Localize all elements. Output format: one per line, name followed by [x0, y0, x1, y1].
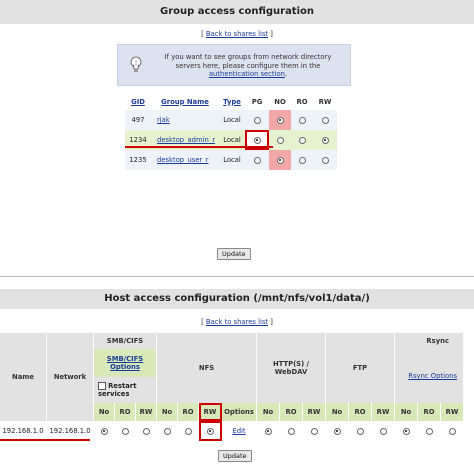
type-cell: Local — [219, 150, 245, 170]
table-row: 1235 desktop_user_r Local — [125, 150, 337, 170]
group-name-cell: rjak — [151, 110, 219, 130]
rsync-ro-radio[interactable] — [425, 427, 433, 435]
lightbulb-icon — [130, 56, 142, 72]
col-network: Network — [46, 333, 94, 421]
col-group-name[interactable]: Group Name — [151, 93, 219, 110]
host-section-title: Host access configuration (/mnt/nfs/vol1… — [0, 289, 474, 309]
radio-rw[interactable] — [321, 156, 329, 164]
radio-pg[interactable] — [253, 156, 261, 164]
http-rw: RW — [302, 403, 326, 421]
smb-no: No — [93, 403, 115, 421]
http-ro: RO — [279, 403, 303, 421]
smb-rw: RW — [135, 403, 157, 421]
group-update-button[interactable]: Update — [217, 248, 251, 260]
nfs-ro-radio[interactable] — [184, 427, 192, 435]
rsync-no: No — [394, 403, 418, 421]
group-name-link[interactable]: desktop_user_r — [157, 156, 209, 164]
ftp-no-radio[interactable] — [333, 427, 341, 435]
col-gid[interactable]: GID — [125, 93, 151, 110]
smb-ro: RO — [114, 403, 136, 421]
host-network-cell: 192.168.1.0 — [46, 421, 94, 441]
group-name-cell: desktop_user_r — [151, 150, 219, 170]
radio-rw[interactable] — [321, 116, 329, 124]
col-ftp: FTP — [325, 333, 395, 403]
col-smb: SMB/CIFS — [93, 333, 157, 349]
col-rsync: Rsync — [394, 333, 464, 349]
col-ro: RO — [296, 97, 308, 106]
col-name: Name — [0, 333, 47, 421]
nfs-no: No — [156, 403, 178, 421]
nfs-options: Options — [221, 403, 257, 421]
nfs-no-radio[interactable] — [163, 427, 171, 435]
smb-options-link[interactable]: SMB/CIFS Options — [107, 355, 143, 371]
col-no: NO — [274, 97, 286, 106]
host-back-to-shares-link[interactable]: Back to shares list — [206, 318, 268, 326]
radio-no[interactable] — [276, 156, 284, 164]
ftp-rw: RW — [371, 403, 395, 421]
col-pg: PG — [251, 97, 263, 106]
ftp-rw-radio[interactable] — [379, 427, 387, 435]
table-row: 497 rjak Local — [125, 110, 337, 130]
type-cell: Local — [219, 110, 245, 130]
section-divider — [0, 276, 474, 277]
radio-rw[interactable] — [321, 136, 329, 144]
col-rw: RW — [318, 97, 332, 106]
info-text: If you want to see groups from network d… — [164, 53, 332, 78]
group-table: GID Group Name Type PG NO RO RW 497 rjak… — [125, 93, 337, 170]
smb-no-radio[interactable] — [100, 427, 108, 435]
col-http: HTTP(S) / WebDAV — [256, 333, 326, 403]
radio-ro[interactable] — [298, 116, 306, 124]
info-box: If you want to see groups from network d… — [117, 44, 351, 86]
authentication-section-link[interactable]: authentication section — [209, 70, 285, 78]
nfs-rw-radio[interactable] — [206, 427, 214, 435]
rsync-options-link[interactable]: Rsync Options — [408, 372, 457, 380]
http-no-radio[interactable] — [264, 427, 272, 435]
nfs-rw: RW — [198, 403, 222, 421]
group-back-to-shares-link[interactable]: Back to shares list — [206, 30, 268, 38]
table-row: 192.168.1.0 192.168.1.0 Edit — [0, 421, 464, 441]
col-type[interactable]: Type — [219, 93, 245, 110]
rsync-rw-radio[interactable] — [448, 427, 456, 435]
smb-ro-radio[interactable] — [121, 427, 129, 435]
host-name-cell: 192.168.1.0 — [0, 421, 47, 441]
group-name-link[interactable]: rjak — [157, 116, 170, 124]
group-name-link[interactable]: desktop_admin_r — [157, 136, 215, 144]
rsync-rw: RW — [440, 403, 464, 421]
gid-cell: 497 — [125, 110, 151, 130]
col-nfs: NFS — [156, 333, 257, 403]
http-rw-radio[interactable] — [310, 427, 318, 435]
smb-rw-radio[interactable] — [142, 427, 150, 435]
annotation-underline — [125, 146, 273, 148]
rsync-no-radio[interactable] — [402, 427, 410, 435]
radio-pg[interactable] — [253, 116, 261, 124]
host-back-link-wrap: [ Back to shares list ] — [201, 318, 273, 326]
ftp-no: No — [325, 403, 349, 421]
nfs-ro: RO — [177, 403, 199, 421]
radio-no[interactable] — [276, 116, 284, 124]
nfs-edit-link[interactable]: Edit — [232, 427, 245, 435]
host-table: Name Network SMB/CIFS NFS HTTP(S) / WebD… — [0, 333, 464, 441]
radio-ro[interactable] — [298, 136, 306, 144]
ftp-ro-radio[interactable] — [356, 427, 364, 435]
radio-no[interactable] — [276, 136, 284, 144]
rsync-ro: RO — [417, 403, 441, 421]
restart-services-checkbox[interactable] — [98, 382, 106, 390]
radio-pg[interactable] — [253, 136, 261, 144]
radio-ro[interactable] — [298, 156, 306, 164]
info-message: If you want to see groups from network d… — [164, 53, 332, 70]
group-back-link-wrap: [ Back to shares list ] — [201, 30, 273, 38]
group-section-title: Group access configuration — [0, 0, 474, 24]
http-ro-radio[interactable] — [287, 427, 295, 435]
host-update-button[interactable]: Update — [218, 450, 252, 462]
ftp-ro: RO — [348, 403, 372, 421]
annotation-underline — [0, 439, 90, 441]
gid-cell: 1235 — [125, 150, 151, 170]
http-no: No — [256, 403, 280, 421]
